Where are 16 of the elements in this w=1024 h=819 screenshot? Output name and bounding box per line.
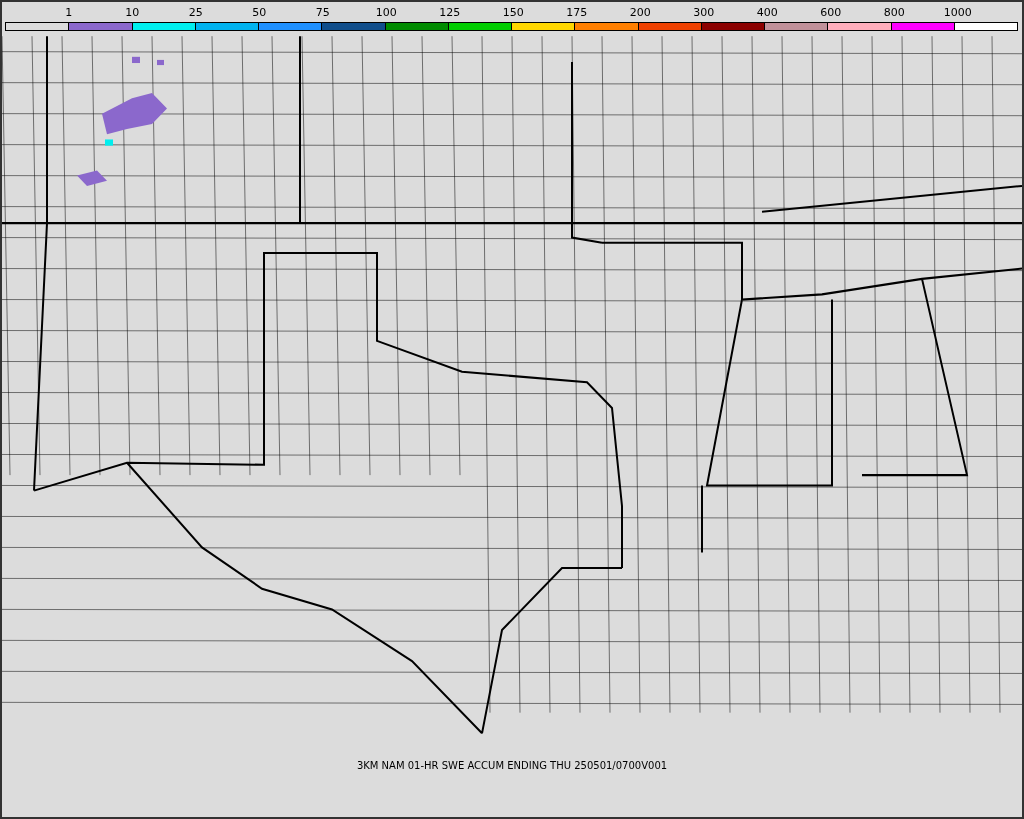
legend-label: 800 [882,5,906,21]
legend-label: 1 [64,5,74,21]
legend-label: 600 [819,5,843,21]
legend-label: 125 [438,5,462,21]
legend-label: 400 [755,5,779,21]
legend-label: 75 [314,5,331,21]
legend-label: 50 [251,5,268,21]
legend-label: 300 [692,5,716,21]
legend-label: 1000 [942,5,973,21]
legend-label: 100 [374,5,398,21]
legend-label: 200 [628,5,652,21]
legend-label: 25 [187,5,204,21]
legend-label: 10 [124,5,141,21]
legend-label: 150 [501,5,525,21]
map-caption: 3KM NAM 01-HR SWE ACCUM ENDING THU 250501/0700V001 [356,760,668,771]
legend-label: 175 [565,5,589,21]
